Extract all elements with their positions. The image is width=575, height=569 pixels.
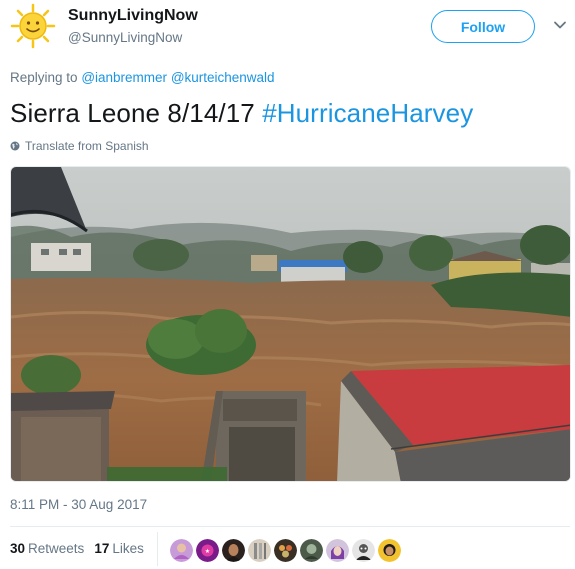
liker-avatar-6[interactable] [300,539,323,562]
retweets-label: Retweets [28,541,85,556]
tweet-header: SunnyLivingNow @SunnyLivingNow Follow [0,0,575,60]
follow-button[interactable]: Follow [431,10,535,43]
liker-avatar-5[interactable] [274,539,297,562]
hashtag-link[interactable]: #HurricaneHarvey [262,98,473,128]
tweet-photo[interactable] [10,166,571,482]
stats-divider [10,526,570,527]
user-handle[interactable]: @SunnyLivingNow [68,30,182,45]
mention-link-kurteichenwald[interactable]: @kurteichenwald [171,70,275,85]
tweet-body-text: Sierra Leone 8/14/17 [10,98,255,128]
liker-avatar-3[interactable] [222,539,245,562]
liker-avatars: ★ [170,539,401,562]
retweets-stat[interactable]: 30 Retweets [10,541,84,556]
liker-avatar-2[interactable]: ★ [196,539,219,562]
tweet-stats: 30 Retweets 17 Likes [10,541,144,556]
flood-photo-image [11,167,570,481]
globe-icon [10,141,20,151]
liker-avatar-1[interactable] [170,539,193,562]
sun-avatar-icon[interactable] [10,3,56,49]
svg-text:★: ★ [205,548,210,555]
translate-label: Translate from Spanish [25,139,149,153]
replying-to-line: Replying to @ianbremmer @kurteichenwald [10,70,275,85]
liker-avatar-4[interactable] [248,539,271,562]
liker-avatar-8[interactable] [352,539,375,562]
likes-label: Likes [112,541,144,556]
tweet-timestamp[interactable]: 8:11 PM - 30 Aug 2017 [10,497,147,512]
mention-link-ianbremmer[interactable]: @ianbremmer [81,70,167,85]
liker-avatar-7[interactable] [326,539,349,562]
likes-count: 17 [94,541,110,556]
tweet-text: Sierra Leone 8/14/17 #HurricaneHarvey [10,98,473,129]
liker-avatar-9[interactable] [378,539,401,562]
stats-separator [157,532,158,566]
translate-link[interactable]: Translate from Spanish [10,139,149,153]
replying-to-label: Replying to [10,70,78,85]
user-display-name[interactable]: SunnyLivingNow [68,7,198,25]
likes-stat[interactable]: 17 Likes [94,541,144,556]
chevron-down-icon[interactable] [553,18,567,32]
retweets-count: 30 [10,541,26,556]
